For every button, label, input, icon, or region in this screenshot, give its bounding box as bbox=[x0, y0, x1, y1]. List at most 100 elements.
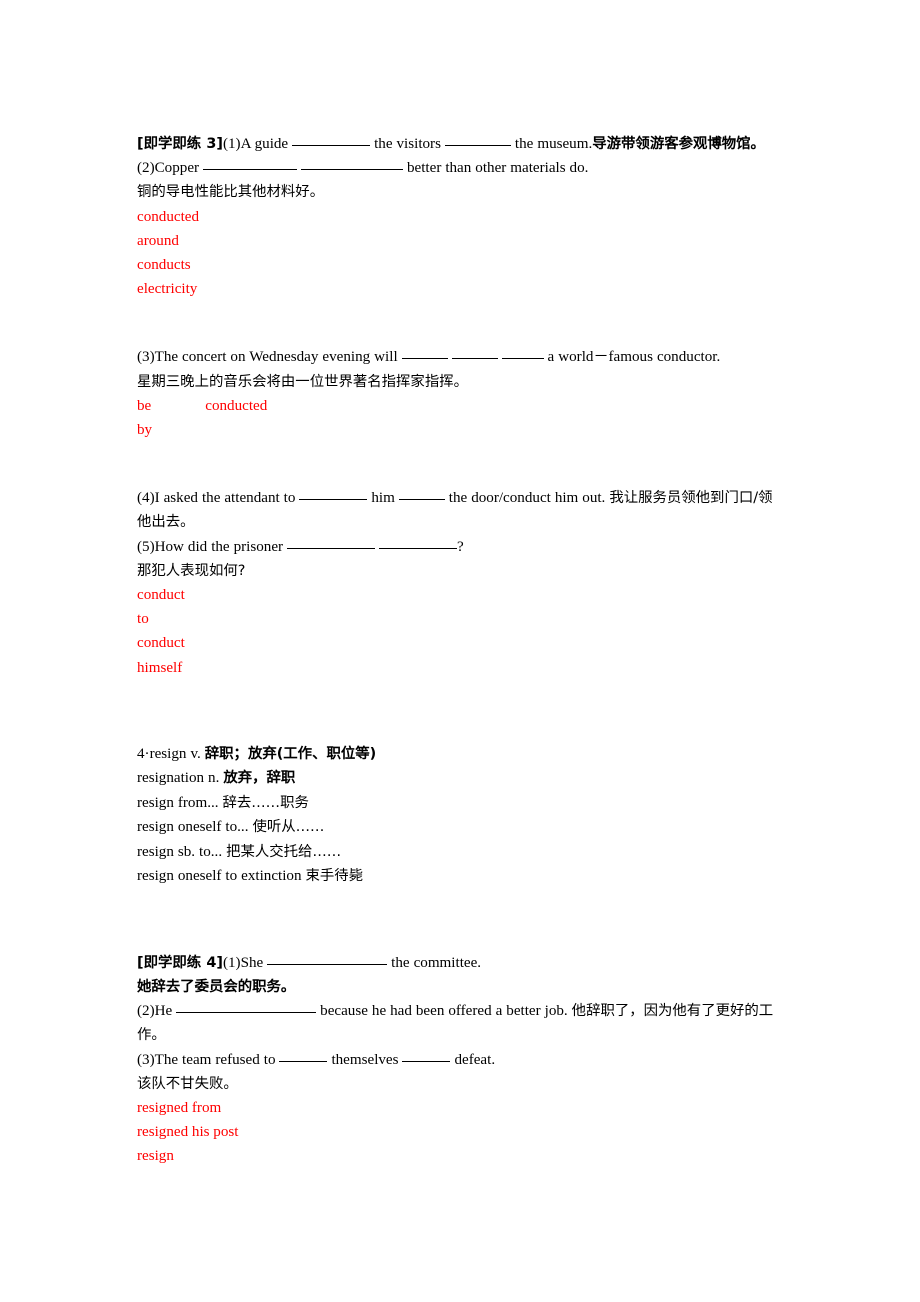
q3-num: (3) bbox=[137, 1051, 155, 1068]
answer-item: conducted bbox=[137, 208, 200, 225]
q5-text-a: How did the prisoner bbox=[154, 538, 288, 555]
q3-blank-2[interactable] bbox=[451, 347, 498, 360]
answer-item: to bbox=[137, 611, 149, 628]
q4-blank-1[interactable] bbox=[299, 488, 368, 501]
answer-item: by bbox=[137, 422, 153, 439]
answer-item: be bbox=[137, 397, 152, 414]
vocab-entry-resign: 4·resign v. 辞职；放弃(工作、职位等) resignation n.… bbox=[137, 742, 785, 889]
answer-item: conducted bbox=[205, 397, 268, 414]
exercise-3-label: [即学即练 3] bbox=[137, 136, 223, 152]
answer-item: electricity bbox=[137, 281, 198, 298]
q3-text-b: themselves bbox=[327, 1051, 403, 1068]
q2-text-c: better than other materials do. bbox=[403, 160, 589, 177]
q2-text-a: He bbox=[154, 1003, 177, 1020]
vocab-sub-entry: resignation n. 放弃，辞职 bbox=[137, 766, 785, 791]
q1-num: (1) bbox=[222, 136, 241, 152]
vocab-sub-cn: 把某人交托给…… bbox=[226, 843, 342, 860]
q4-text-b: him bbox=[367, 490, 399, 507]
vocab-headword: resign bbox=[149, 745, 187, 762]
exercise-3-question-5-translation: 那犯人表现如何? bbox=[137, 562, 246, 579]
q1-text-b: the visitors bbox=[370, 136, 445, 152]
exercise-3-question-2-translation: 铜的导电性能比其他材料好。 bbox=[137, 184, 325, 201]
answer-item: conducts bbox=[137, 257, 191, 274]
q1-num: (1) bbox=[222, 954, 241, 971]
vocab-sub-entry: resign from... 辞去……职务 bbox=[137, 791, 785, 816]
q2-blank-2[interactable] bbox=[301, 158, 404, 171]
q3-blank-1[interactable] bbox=[401, 347, 448, 360]
worksheet-page: [即学即练 3](1)A guide the visitors the muse… bbox=[0, 0, 920, 1302]
answer-item: conduct bbox=[137, 587, 185, 604]
q2-text-b: because he had been offered a better job… bbox=[316, 1003, 572, 1020]
exercise-3-question-3-translation: 星期三晚上的音乐会将由一位世界著名指挥家指挥。 bbox=[137, 373, 468, 390]
answer-row: be conducted bbox=[137, 394, 785, 418]
q5-num: (5) bbox=[137, 538, 155, 555]
exercise-4-question-3-translation: 该队不甘失败。 bbox=[137, 1075, 238, 1092]
vocab-num: 4· bbox=[137, 745, 150, 762]
exercise-4-question-1-translation: 她辞去了委员会的职务。 bbox=[137, 979, 296, 996]
q3-text-c: defeat. bbox=[450, 1051, 496, 1068]
q1-blank-1[interactable] bbox=[267, 953, 388, 965]
vocab-sub-cn: 辞去……职务 bbox=[222, 794, 309, 811]
worksheet-content: [即学即练 3](1)A guide the visitors the muse… bbox=[137, 132, 785, 1169]
q4-blank-2[interactable] bbox=[398, 488, 445, 501]
q4-num: (4) bbox=[137, 490, 155, 507]
vocab-sub-en: resign oneself to... bbox=[137, 819, 253, 836]
q3-blank-2[interactable] bbox=[402, 1050, 451, 1062]
q1-blank-2[interactable] bbox=[444, 134, 511, 146]
vocab-sub-cn: 束手待毙 bbox=[305, 868, 364, 885]
q3-text-d: a world－famous conductor. bbox=[543, 349, 721, 366]
exercise-3-question-1: [即学即练 3](1)A guide the visitors the muse… bbox=[137, 132, 785, 156]
q3-blank-3[interactable] bbox=[501, 347, 544, 360]
answer-item: around bbox=[137, 232, 179, 249]
answer-item: resign bbox=[137, 1148, 174, 1165]
vocab-meaning: 辞职；放弃(工作、职位等) bbox=[204, 745, 377, 762]
q3-text-a: The concert on Wednesday evening will bbox=[154, 349, 402, 366]
exercise-4-block: [即学即练 4](1)She the committee. 她辞去了委员会的职务… bbox=[137, 951, 785, 1169]
vocab-pos: v. bbox=[186, 745, 205, 762]
vocab-sub-cn: 使听从…… bbox=[252, 819, 325, 836]
exercise-3-block: [即学即练 3](1)A guide the visitors the muse… bbox=[137, 132, 785, 680]
answer-item: himself bbox=[137, 659, 183, 676]
exercise-4-label: [即学即练 4] bbox=[137, 954, 223, 971]
q2-num: (2) bbox=[137, 160, 155, 177]
vocab-sub-en: resignation n. bbox=[137, 770, 224, 787]
vocab-sub-en: resign sb. to... bbox=[137, 843, 227, 860]
vocab-sub-en: resign oneself to extinction bbox=[137, 868, 306, 885]
exercise-3-question-5: (5)How did the prisoner ? bbox=[137, 535, 785, 559]
vocab-headword-line: 4·resign v. 辞职；放弃(工作、职位等) bbox=[137, 742, 785, 767]
q4-text-a: I asked the attendant to bbox=[154, 490, 300, 507]
q1-blank-1[interactable] bbox=[292, 134, 371, 146]
q5-blank-2[interactable] bbox=[379, 537, 458, 549]
q5-blank-1[interactable] bbox=[287, 537, 376, 549]
q3-num: (3) bbox=[137, 349, 155, 366]
vocab-sub-entry: resign sb. to... 把某人交托给…… bbox=[137, 840, 785, 865]
q3-text-a: The team refused to bbox=[154, 1051, 280, 1068]
answer-item: resigned from bbox=[137, 1100, 222, 1117]
vocab-sub-entry: resign oneself to extinction 束手待毙 bbox=[137, 864, 785, 889]
exercise-4-question-3: (3)The team refused to themselves defeat… bbox=[137, 1048, 785, 1072]
exercise-3-question-2: (2)Copper better than other materials do… bbox=[137, 156, 785, 180]
q2-blank-1[interactable] bbox=[176, 1001, 317, 1014]
q4-text-c: the door/conduct him out. bbox=[444, 490, 610, 507]
q2-num: (2) bbox=[137, 1003, 155, 1020]
q1-text-b: the committee. bbox=[387, 954, 482, 971]
exercise-4-question-1: [即学即练 4](1)She the committee. bbox=[137, 951, 785, 975]
vocab-sub-cn: 放弃，辞职 bbox=[223, 770, 296, 787]
q3-blank-1[interactable] bbox=[279, 1050, 328, 1062]
answer-item: conduct bbox=[137, 635, 185, 652]
vocab-sub-entry: resign oneself to... 使听从…… bbox=[137, 815, 785, 840]
q2-blank-1[interactable] bbox=[203, 158, 298, 171]
q2-text-a: Copper bbox=[154, 160, 204, 177]
exercise-3-question-3: (3)The concert on Wednesday evening will… bbox=[137, 345, 785, 369]
q1-text-c: the museum. bbox=[510, 136, 593, 152]
q1-text-a: She bbox=[240, 954, 268, 971]
exercise-4-question-2: (2)He because he had been offered a bett… bbox=[137, 999, 785, 1047]
q1-translation: 导游带领游客参观博物馆。 bbox=[592, 136, 765, 152]
exercise-3-question-4: (4)I asked the attendant to him the door… bbox=[137, 486, 785, 534]
q1-text-a: A guide bbox=[240, 136, 293, 152]
vocab-sub-en: resign from... bbox=[137, 794, 223, 811]
